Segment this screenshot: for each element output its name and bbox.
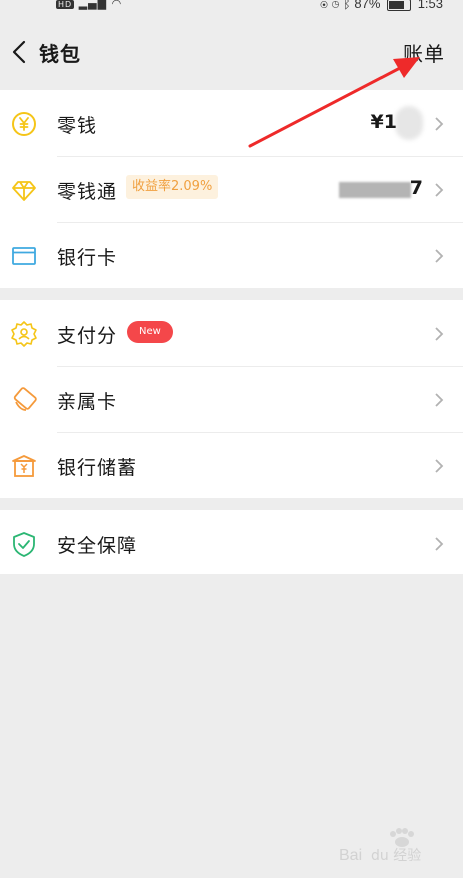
wallet-group-3: 安全保障: [0, 510, 463, 574]
hd-badge: HD: [56, 0, 75, 9]
chevron-right-icon: [435, 183, 444, 197]
bank-savings-label: 银行储蓄: [57, 457, 138, 479]
change-label: 零钱: [57, 115, 98, 137]
lingqiantong-label: 零钱通: [57, 181, 118, 203]
yuan-coin-icon: [12, 112, 36, 136]
yield-badge: 收益率2.09%: [126, 175, 219, 199]
new-badge: New: [127, 321, 173, 343]
savings-box-icon: [12, 455, 36, 477]
status-bar: HD ▂▄▆ ◠ ◉ ◷ ᛒ 87% 1:53: [0, 0, 463, 14]
status-right: ◉ ◷ ᛒ 87% 1:53: [320, 0, 443, 11]
bank-card-row[interactable]: 银行卡: [0, 222, 463, 288]
back-arrow-icon[interactable]: [8, 36, 32, 68]
diamond-icon: [12, 181, 36, 201]
family-card-row[interactable]: 亲属卡: [0, 366, 463, 432]
clock-time: 1:53: [417, 0, 443, 11]
bluetooth-icon: ᛒ: [342, 0, 351, 11]
lingqiantong-row[interactable]: 零钱通 收益率2.09% 7: [0, 156, 463, 222]
wallet-group-1: 零钱 ¥1 零钱通 收益率2.09% 7 银行卡: [0, 90, 463, 288]
battery-percent: 87%: [354, 0, 381, 11]
chevron-right-icon: [435, 393, 444, 407]
pay-score-row[interactable]: 支付分 New: [0, 300, 463, 366]
security-label: 安全保障: [57, 535, 138, 557]
pay-score-label: 支付分: [57, 325, 118, 347]
watermark-logo: Bai du 经验: [339, 828, 421, 864]
redacted-blur: [339, 182, 411, 198]
eye-icon: ◉: [320, 0, 328, 11]
security-row[interactable]: 安全保障: [0, 510, 463, 574]
lingqiantong-value: 7: [409, 177, 423, 199]
svg-text:du 经验: du 经验: [371, 848, 421, 864]
chevron-right-icon: [435, 459, 444, 473]
change-value: ¥1: [370, 111, 397, 133]
status-left: HD ▂▄▆ ◠: [56, 0, 122, 10]
chevron-right-icon: [435, 327, 444, 341]
bank-savings-row[interactable]: 银行储蓄: [0, 432, 463, 498]
family-card-icon: [13, 387, 37, 411]
svg-text:Bai: Bai: [339, 847, 362, 864]
nav-header: 钱包 账单: [0, 14, 463, 90]
bill-button[interactable]: 账单: [403, 38, 445, 67]
bank-card-label: 银行卡: [57, 247, 118, 269]
wallet-group-2: 支付分 New 亲属卡 银行储蓄: [0, 300, 463, 498]
change-row[interactable]: 零钱 ¥1: [0, 90, 463, 156]
signal-icon: ▂▄▆ ◠: [78, 0, 123, 10]
family-card-label: 亲属卡: [57, 391, 118, 413]
chevron-right-icon: [435, 117, 444, 131]
battery-icon: [387, 0, 412, 11]
bank-card-icon: [12, 247, 36, 265]
chevron-right-icon: [435, 249, 444, 263]
page-title: 钱包: [39, 42, 81, 66]
redacted-blur: [395, 106, 423, 140]
alarm-icon: ◷: [331, 0, 340, 11]
pay-score-badge-icon: [11, 321, 37, 347]
chevron-right-icon: [435, 537, 444, 551]
shield-check-icon: [13, 532, 35, 557]
